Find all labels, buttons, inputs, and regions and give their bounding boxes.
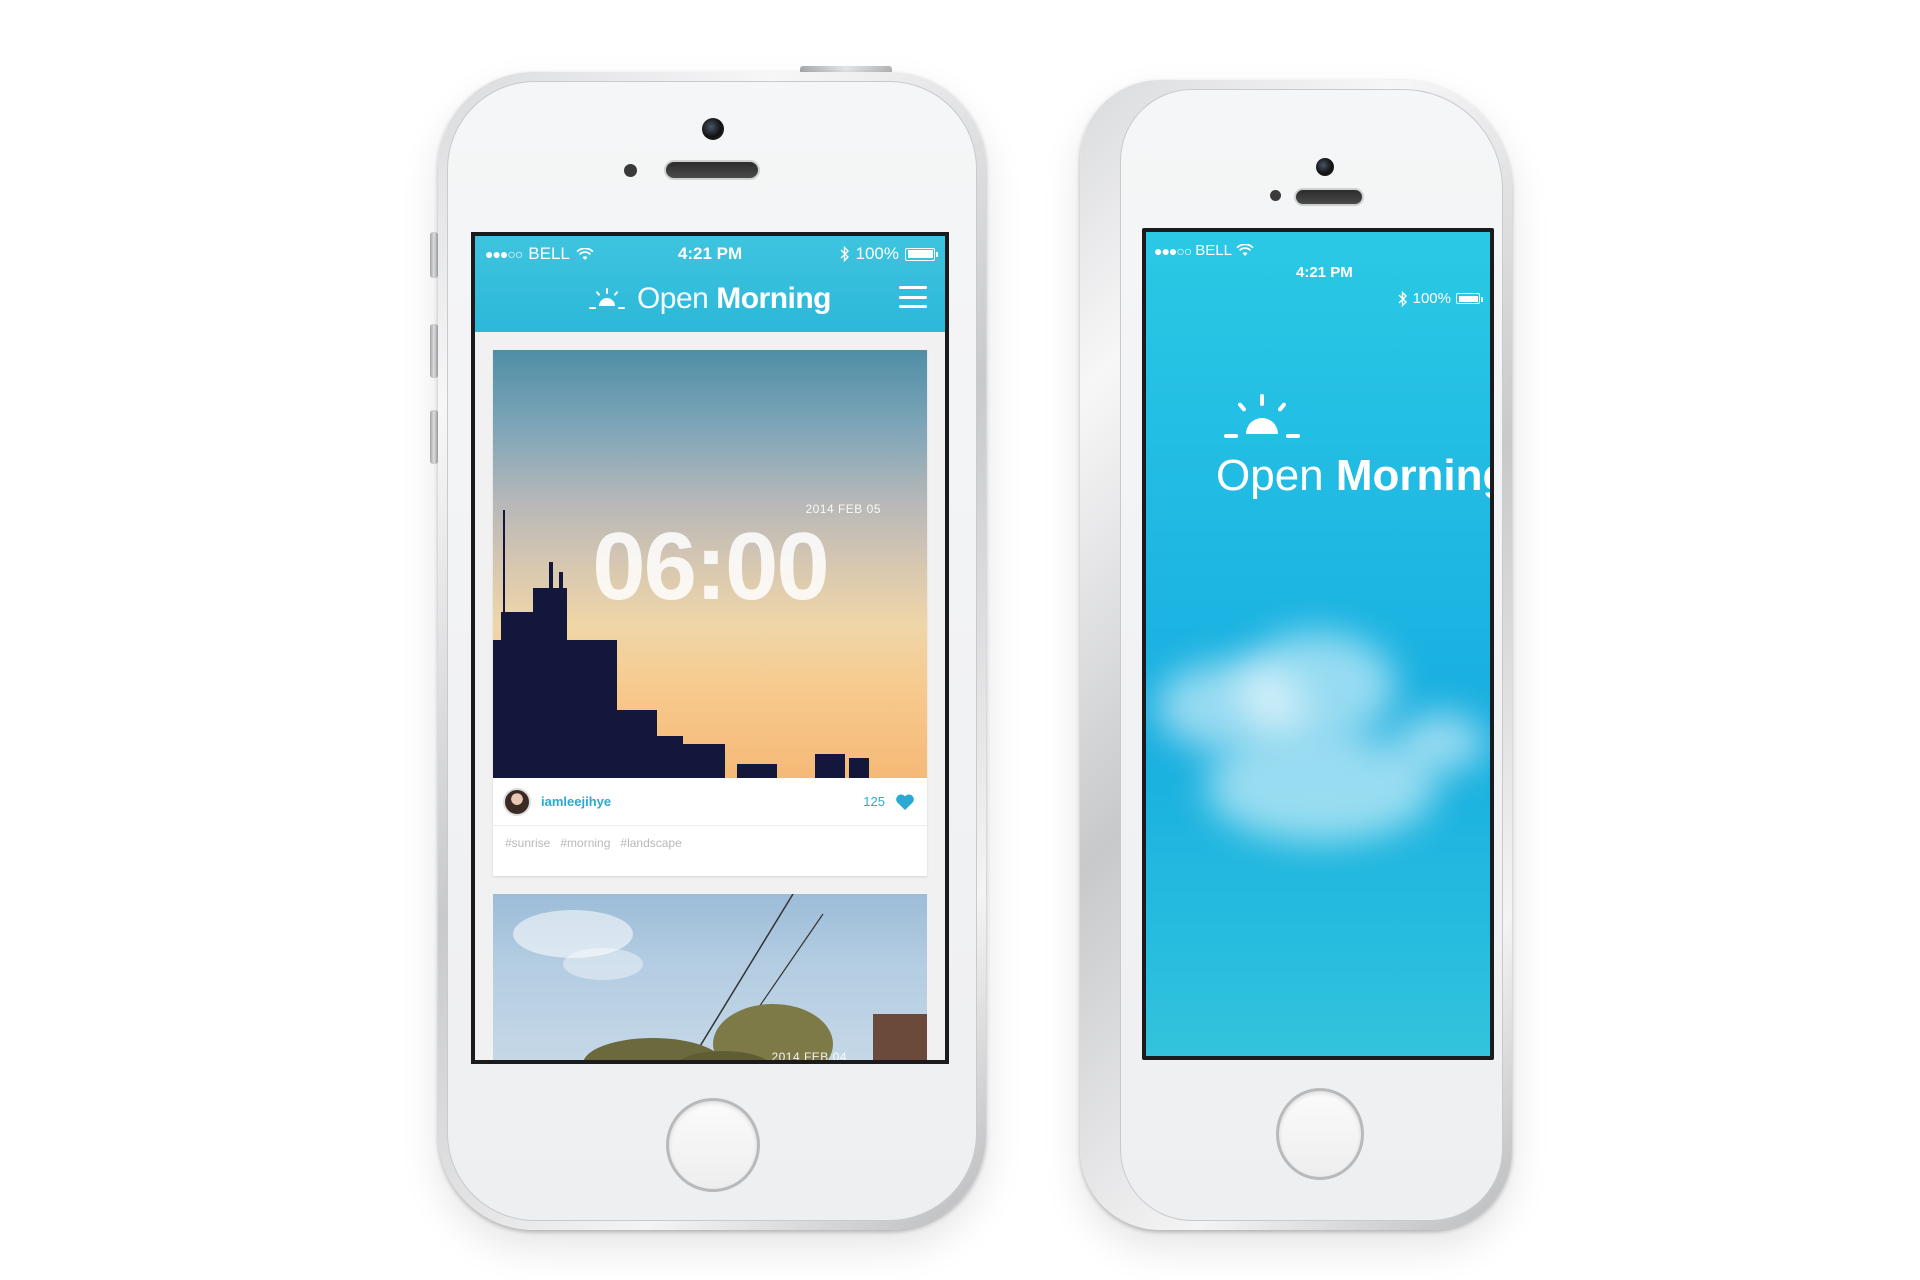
cloud-decoration bbox=[1396, 712, 1486, 772]
photo-time: 06:00 bbox=[592, 513, 830, 620]
tree-and-wires bbox=[513, 894, 927, 1060]
left-screen: ●●●○○ BELL 4:21 PM 100% Open Morning 201… bbox=[471, 232, 949, 1064]
app-bar: Open Morning bbox=[475, 274, 945, 324]
username-link[interactable]: iamleejihye bbox=[541, 794, 611, 809]
proximity-sensor bbox=[1270, 190, 1281, 201]
app-header: ●●●○○ BELL 4:21 PM 100% Open Morning bbox=[475, 236, 945, 332]
card-meta: iamleejihye 125 bbox=[493, 778, 927, 826]
feed-card[interactable]: 2014 FEB 05 06:00 iamleejihye 125 #sunri… bbox=[493, 350, 927, 876]
volume-down-button bbox=[430, 410, 438, 464]
proximity-sensor bbox=[624, 164, 637, 177]
carrier-name: BELL bbox=[1195, 242, 1232, 259]
status-time: 4:21 PM bbox=[1296, 264, 1353, 281]
battery-icon bbox=[1456, 293, 1483, 304]
hamburger-menu-icon[interactable] bbox=[899, 286, 927, 308]
battery-icon bbox=[905, 247, 938, 261]
earpiece-speaker bbox=[1294, 188, 1364, 206]
tag-link[interactable]: #morning bbox=[560, 836, 610, 850]
like-count: 125 bbox=[863, 794, 885, 809]
splash-logo: Open Morning bbox=[1216, 392, 1494, 501]
home-button[interactable] bbox=[666, 1098, 760, 1192]
front-camera bbox=[1316, 158, 1334, 176]
wifi-icon bbox=[1236, 244, 1254, 256]
sunrise-icon bbox=[588, 288, 625, 309]
tag-link[interactable]: #sunrise bbox=[505, 836, 550, 850]
battery-percent: 100% bbox=[1412, 290, 1451, 307]
splash-title-bold: Morning bbox=[1335, 451, 1494, 500]
right-screen: ●●●○○ BELL 4:21 PM 100% Open Morning bbox=[1142, 228, 1494, 1060]
avatar[interactable] bbox=[503, 787, 531, 816]
signal-icon: ●●●○○ bbox=[1154, 242, 1192, 259]
app-title: Open Morning bbox=[636, 282, 832, 316]
heart-icon[interactable] bbox=[895, 793, 915, 811]
tag-list: #sunrise #morning #landscape bbox=[505, 836, 682, 850]
bluetooth-icon bbox=[1398, 290, 1407, 307]
earpiece-speaker bbox=[664, 160, 760, 180]
tag-link[interactable]: #landscape bbox=[620, 836, 681, 850]
status-bar: ●●●○○ BELL 4:21 PM 100% bbox=[475, 242, 945, 266]
feed-photo[interactable]: 2014 FEB 04 bbox=[493, 894, 927, 1064]
battery-percent: 100% bbox=[855, 244, 899, 263]
app-title-light: Open bbox=[636, 282, 709, 315]
mute-switch bbox=[430, 232, 438, 278]
volume-up-button bbox=[430, 324, 438, 378]
photo-date: 2014 FEB 04 bbox=[771, 1050, 847, 1064]
mockup-stage: ●●●○○ BELL 4:21 PM 100% Open Morning 201… bbox=[0, 0, 1920, 1280]
sunrise-icon bbox=[1224, 394, 1300, 438]
splash-title: Open Morning bbox=[1216, 451, 1494, 501]
cloud-decoration bbox=[1236, 632, 1396, 742]
app-title-bold: Morning bbox=[716, 282, 832, 315]
right-phone: ●●●○○ BELL 4:21 PM 100% Open Morning bbox=[1080, 80, 1512, 1230]
bluetooth-icon bbox=[840, 246, 849, 262]
feed-photo[interactable]: 2014 FEB 05 06:00 bbox=[493, 350, 927, 778]
left-phone: ●●●○○ BELL 4:21 PM 100% Open Morning 201… bbox=[430, 66, 986, 1230]
splash-title-light: Open bbox=[1216, 451, 1324, 500]
home-button[interactable] bbox=[1276, 1088, 1364, 1180]
front-camera bbox=[702, 118, 724, 140]
